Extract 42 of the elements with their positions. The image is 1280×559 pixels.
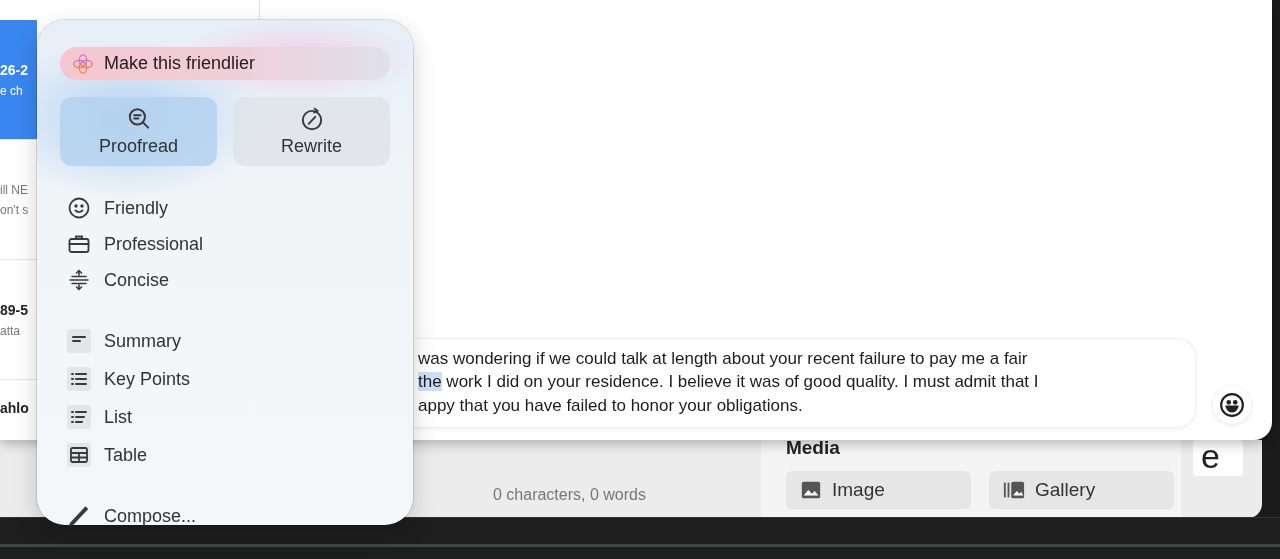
summary-icon	[67, 329, 91, 353]
message-snippet: atta	[0, 323, 20, 338]
menu-item[interactable]: Professional	[60, 226, 210, 262]
menu-item[interactable]: List	[60, 398, 138, 436]
media-button[interactable]: Image	[785, 471, 971, 509]
smiley-icon	[67, 196, 91, 220]
selected-text: the	[418, 372, 442, 391]
message-text: was wondering if we could talk at length about your recent failure to pay me a fair	[418, 348, 1028, 368]
action-button[interactable]: Rewrite	[233, 97, 390, 166]
message-list-item[interactable]: 89-5 atta	[0, 260, 37, 380]
menu-item[interactable]: Table	[60, 436, 154, 474]
message-title: 89-5	[0, 301, 29, 318]
compress-icon	[67, 268, 91, 292]
action-button[interactable]: Proofread	[60, 97, 217, 166]
message-list-item[interactable]: 26-2 e ch	[0, 20, 37, 140]
emoji-button[interactable]	[1213, 386, 1251, 425]
media-heading: Media	[785, 437, 840, 459]
message-title: ahlo	[0, 399, 29, 416]
message-text: appy that you have failed to honor your obligations.	[418, 395, 803, 415]
media-button[interactable]: Gallery	[988, 471, 1174, 509]
smiley-icon	[1219, 392, 1245, 419]
character-counter: 0 characters, 0 words	[493, 486, 647, 504]
message-list-item[interactable]: ill NE on't s	[0, 140, 37, 260]
list-icon	[67, 405, 91, 429]
image-icon	[799, 479, 822, 501]
message-title: 26-2	[0, 61, 29, 78]
message-snippet: ill NE	[0, 182, 28, 197]
message-list-item[interactable]: ahlo	[0, 380, 37, 435]
menu-item[interactable]: Concise	[60, 262, 176, 298]
menu-item[interactable]: Key Points	[60, 360, 197, 398]
menu-item[interactable]: Friendly	[60, 190, 175, 226]
pencil-icon	[67, 504, 91, 528]
bullet-list-icon	[67, 367, 91, 391]
side-card: e	[1192, 440, 1243, 476]
message-snippet: e ch	[0, 83, 23, 98]
menu-item[interactable]: Compose...	[60, 498, 203, 534]
message-text: work I did on your residence. I believe it was of good quality. I must admit that I	[445, 372, 1039, 391]
message-snippet: on't s	[0, 202, 29, 217]
table-icon	[67, 443, 91, 467]
gallery-icon	[1002, 479, 1025, 501]
prompt-field[interactable]: Make this friendlier	[60, 47, 390, 80]
menu-item[interactable]: Summary	[60, 322, 187, 360]
